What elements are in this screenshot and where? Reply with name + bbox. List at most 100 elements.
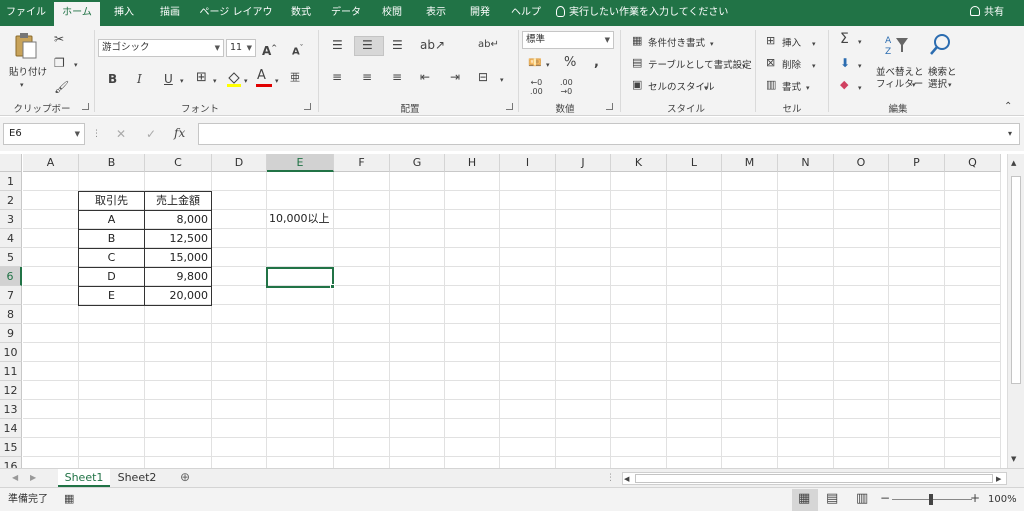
grid-cell[interactable] xyxy=(834,191,889,210)
grid-cell[interactable] xyxy=(611,210,667,229)
grid-cell[interactable] xyxy=(445,248,500,267)
grid-cell[interactable] xyxy=(778,343,834,362)
grid-cell[interactable] xyxy=(212,324,267,343)
table-header-partner[interactable]: 取引先 xyxy=(78,191,145,211)
grid-cell[interactable] xyxy=(722,248,778,267)
grid-cell[interactable] xyxy=(500,229,556,248)
row-header[interactable]: 8 xyxy=(0,305,22,324)
share-button[interactable]: 共有 xyxy=(970,0,1004,26)
grid-cell[interactable] xyxy=(445,267,500,286)
grid-cell[interactable] xyxy=(267,381,334,400)
row-header[interactable]: 5 xyxy=(0,248,22,267)
format-as-table-icon[interactable]: ▤ xyxy=(632,56,642,70)
row-header[interactable]: 1 xyxy=(0,172,22,191)
grid-cell[interactable] xyxy=(667,457,722,468)
grid-cell[interactable] xyxy=(945,248,1001,267)
align-top-icon[interactable]: ☰ xyxy=(332,38,343,52)
grid-cell[interactable] xyxy=(556,324,611,343)
grid-cell[interactable] xyxy=(722,305,778,324)
row-header[interactable]: 11 xyxy=(0,362,22,381)
grid-cell[interactable] xyxy=(889,438,945,457)
grid-cell[interactable] xyxy=(722,400,778,419)
grid-cell[interactable] xyxy=(267,248,334,267)
table-cell-partner[interactable]: D xyxy=(78,267,145,287)
grid-cell[interactable] xyxy=(889,343,945,362)
grid-cell[interactable] xyxy=(556,286,611,305)
grid-cell[interactable] xyxy=(212,457,267,468)
page-layout-view-icon[interactable]: ▤ xyxy=(826,492,838,506)
grid-cell[interactable] xyxy=(212,343,267,362)
scroll-up-icon[interactable]: ▲ xyxy=(1011,156,1016,170)
decrease-indent-icon[interactable]: ⇤ xyxy=(420,70,430,84)
grid-cell[interactable] xyxy=(390,362,445,381)
grid-cell[interactable] xyxy=(500,324,556,343)
grid-cell[interactable] xyxy=(212,438,267,457)
clear-icon[interactable]: ◆ xyxy=(840,78,848,92)
grid-cell[interactable] xyxy=(889,191,945,210)
autosum-icon[interactable]: Σ xyxy=(840,32,849,46)
row-header[interactable]: 14 xyxy=(0,419,22,438)
grid-cell[interactable] xyxy=(79,305,145,324)
grid-cell[interactable] xyxy=(667,324,722,343)
grid-cell[interactable] xyxy=(445,191,500,210)
page-break-view-icon[interactable]: ▥ xyxy=(856,492,868,506)
grid-cell[interactable] xyxy=(212,172,267,191)
italic-button[interactable]: I xyxy=(137,72,142,86)
grid-cell[interactable] xyxy=(667,381,722,400)
tab-draw[interactable]: 描画 xyxy=(152,0,188,26)
grid-cell[interactable] xyxy=(611,343,667,362)
grid-cell[interactable] xyxy=(267,172,334,191)
collapse-ribbon-icon[interactable]: ⌃ xyxy=(1004,100,1012,114)
grid-cell[interactable] xyxy=(79,324,145,343)
font-launcher-icon[interactable] xyxy=(304,103,311,110)
increase-decimal-icon[interactable]: ←0.00 xyxy=(530,78,543,96)
grid-cell[interactable] xyxy=(667,419,722,438)
row-header[interactable]: 3 xyxy=(0,210,22,229)
grid-cell[interactable] xyxy=(212,229,267,248)
prev-sheet-icon[interactable]: ◀ xyxy=(12,471,18,485)
column-header[interactable]: B xyxy=(79,154,145,172)
grid-cell[interactable] xyxy=(611,362,667,381)
align-bottom-icon[interactable]: ☰ xyxy=(392,38,403,52)
row-header[interactable]: 2 xyxy=(0,191,22,210)
grid-cell[interactable] xyxy=(889,305,945,324)
grid-cell[interactable] xyxy=(667,229,722,248)
grid-cell[interactable] xyxy=(667,172,722,191)
horizontal-scroll-thumb[interactable] xyxy=(635,474,993,483)
insert-dropdown-icon[interactable]: ▾ xyxy=(812,37,816,51)
grid-cell[interactable] xyxy=(500,191,556,210)
grid-cell[interactable] xyxy=(889,172,945,191)
grid-cell[interactable] xyxy=(145,457,212,468)
grid-cell[interactable] xyxy=(556,305,611,324)
copy-dropdown-icon[interactable]: ▾ xyxy=(74,58,78,72)
increase-indent-icon[interactable]: ⇥ xyxy=(450,70,460,84)
grid-cell[interactable] xyxy=(556,438,611,457)
conditional-format-icon[interactable]: ▦ xyxy=(632,34,642,48)
grid-cell[interactable] xyxy=(267,419,334,438)
grid-cell[interactable] xyxy=(611,286,667,305)
find-select-icon[interactable] xyxy=(928,32,952,58)
column-header[interactable]: E xyxy=(267,154,334,172)
format-cells-button[interactable]: 書式 xyxy=(782,79,801,93)
grid-cell[interactable] xyxy=(611,457,667,468)
grid-cell[interactable] xyxy=(267,438,334,457)
grid-cell[interactable] xyxy=(500,248,556,267)
orientation-icon[interactable]: ab↗ xyxy=(420,38,445,52)
column-header[interactable]: J xyxy=(556,154,611,172)
tab-review[interactable]: 校閲 xyxy=(374,0,410,26)
select-all-corner[interactable] xyxy=(0,154,22,172)
grid-cell[interactable] xyxy=(889,362,945,381)
worksheet-grid[interactable]: ABCDEFGHIJKLMNOPQ 1 2 3 4 5 6 7 8 9 10 11 12 13 14 15 1… xyxy=(0,154,1007,468)
grid-cell[interactable] xyxy=(834,381,889,400)
grid-cell[interactable] xyxy=(611,438,667,457)
grid-cell[interactable] xyxy=(334,457,390,468)
grid-cell[interactable] xyxy=(267,229,334,248)
grid-cell[interactable] xyxy=(834,305,889,324)
grid-cell[interactable] xyxy=(145,438,212,457)
table-cell-partner[interactable]: B xyxy=(78,229,145,249)
grid-cell[interactable] xyxy=(390,400,445,419)
number-format-combo[interactable]: 標準 ▼ xyxy=(522,31,614,49)
grid-cell[interactable] xyxy=(23,305,79,324)
grid-cell[interactable] xyxy=(445,400,500,419)
grid-cell[interactable] xyxy=(267,191,334,210)
